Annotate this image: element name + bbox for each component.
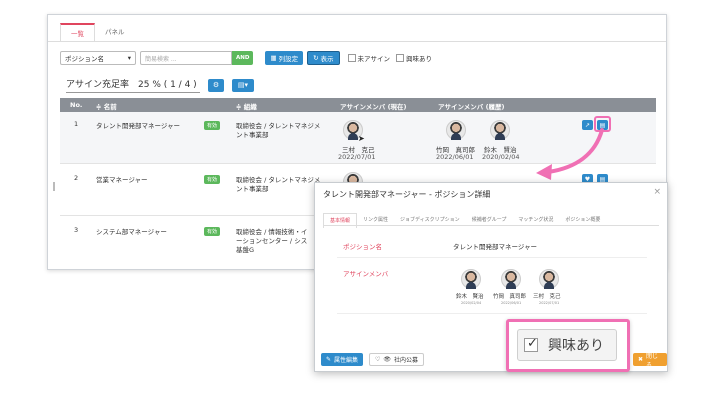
header-current-members: アサインメンバ (現在): [340, 103, 407, 111]
check-icon: ✓: [527, 336, 538, 351]
chevron-down-icon: ▾: [127, 54, 131, 62]
header-no: No.: [70, 101, 83, 109]
member-name: 三村 克己: [533, 294, 561, 300]
close-button[interactable]: ✖ 閉じる: [633, 352, 667, 369]
settings-button[interactable]: ⚙: [208, 78, 224, 92]
row-org-line3: 基盤G: [236, 246, 255, 254]
interested-filter[interactable]: 興味あり: [396, 53, 432, 63]
internal-publish-button[interactable]: ♡ 👁 社内公募: [369, 353, 425, 366]
table-icon: ▦: [270, 54, 277, 62]
tab-panel[interactable]: パネル: [95, 23, 135, 42]
interest-checkbox[interactable]: ✓: [524, 336, 538, 352]
avatar[interactable]: [490, 120, 510, 140]
assign-members-label: アサインメンバ: [343, 270, 389, 278]
avatar[interactable]: [446, 120, 466, 140]
column-select-value: ポジション名: [65, 55, 104, 63]
history-member-date: 2020/02/04: [482, 153, 520, 161]
header-org[interactable]: ≑ 組織: [236, 101, 257, 111]
member-name: 鈴木 賢治: [456, 294, 484, 300]
modal-tabs-divider: [323, 225, 659, 226]
history-member-date: 2022/06/01: [436, 153, 474, 161]
assign-rate-row: アサイン充足率 25 % ( 1 / 4 ) ⚙ ▤▾: [66, 77, 254, 93]
interested-label: 興味あり: [406, 55, 433, 63]
tab-list[interactable]: 一覧: [60, 23, 95, 42]
member-date: 2022/06/01: [501, 301, 522, 305]
tabs-divider: [48, 41, 666, 42]
column-settings-button[interactable]: ▦ 列設定: [265, 51, 304, 65]
resize-handle[interactable]: [53, 182, 55, 191]
header-history-members: アサインメンバ (履歴): [438, 103, 505, 111]
unassigned-label: 未アサイン: [357, 55, 391, 63]
assign-rate-text: アサイン充足率 25 % ( 1 / 4 ): [66, 77, 200, 93]
edit-attributes-button[interactable]: ✎ 属性編集: [321, 353, 364, 366]
file-icon: ▤▾: [237, 81, 249, 89]
export-button[interactable]: ▤▾: [232, 78, 254, 92]
edit-attributes-label: 属性編集: [334, 357, 359, 364]
member-date: 2020/02/04: [461, 301, 482, 305]
search-input[interactable]: 簡易検索 ...: [140, 51, 232, 65]
close-icon[interactable]: ×: [653, 187, 661, 197]
display-button[interactable]: ↻ 表示: [307, 51, 340, 65]
modal-title: タレント開発部マネージャー - ポジション詳細: [323, 190, 491, 199]
interest-toggle-callout: ✓ 興味あり: [506, 319, 630, 372]
avatar[interactable]: [461, 269, 481, 289]
current-member-date: 2022/07/01: [338, 153, 376, 161]
row-org-line2: ント事業部: [236, 185, 269, 193]
status-badge: 有効: [204, 121, 221, 130]
row-name: 営業マネージャー: [96, 176, 148, 184]
unassigned-checkbox[interactable]: [347, 54, 356, 62]
avatar[interactable]: [501, 269, 521, 289]
column-settings-label: 列設定: [278, 55, 299, 63]
close-label: 閉じる: [646, 352, 659, 369]
header-name[interactable]: ≑ 名前: [96, 101, 117, 111]
filter-bar: ポジション名 ▾ 簡易検索 ... AND ▦ 列設定 ↻ 表示 未アサイン 興…: [60, 51, 432, 65]
display-label: 表示: [320, 55, 334, 63]
table-header: No. ≑ 名前 ≑ 組織 アサインメンバ (現在) アサインメンバ (履歴): [60, 98, 656, 112]
position-name-label: ポジション名: [343, 243, 382, 251]
search-placeholder: 簡易検索 ...: [145, 55, 177, 63]
eye-icon: 👁: [383, 356, 392, 363]
pointer-arrow-icon: [536, 128, 604, 180]
unassigned-filter[interactable]: 未アサイン: [347, 53, 391, 63]
row-name: タレント開発部マネージャー: [96, 122, 181, 130]
interest-toggle-button[interactable]: ✓ 興味あり: [517, 329, 617, 361]
member-date: 2022/07/01: [539, 301, 560, 305]
interested-checkbox[interactable]: [396, 54, 405, 62]
row-no: 2: [74, 174, 79, 182]
interest-label: 興味あり: [548, 338, 604, 354]
field-divider: [337, 313, 647, 314]
position-name-value: タレント開発部マネージャー: [453, 243, 538, 251]
row-org-line2: ント事業部: [236, 131, 269, 139]
cursor-icon: ➤: [358, 134, 365, 143]
avatar[interactable]: [539, 269, 559, 289]
column-select[interactable]: ポジション名 ▾: [60, 51, 136, 65]
and-toggle-button[interactable]: AND: [232, 51, 254, 65]
status-badge: 有効: [204, 175, 221, 184]
heart-outline-icon: ♡: [375, 356, 381, 363]
row-no: 1: [74, 120, 79, 128]
row-no: 3: [74, 226, 79, 234]
view-tabs: 一覧 パネル: [60, 23, 135, 42]
member-name: 竹岡 真司郎: [493, 294, 527, 300]
status-badge: 有効: [204, 227, 221, 236]
pencil-icon: ✎: [326, 356, 332, 363]
gear-icon: ⚙: [212, 81, 220, 89]
close-icon: ✖: [638, 356, 644, 363]
internal-publish-label: 社内公募: [394, 357, 419, 364]
refresh-icon: ↻: [313, 54, 319, 62]
row-name: システム部マネージャー: [96, 228, 167, 236]
field-divider: [337, 257, 647, 258]
